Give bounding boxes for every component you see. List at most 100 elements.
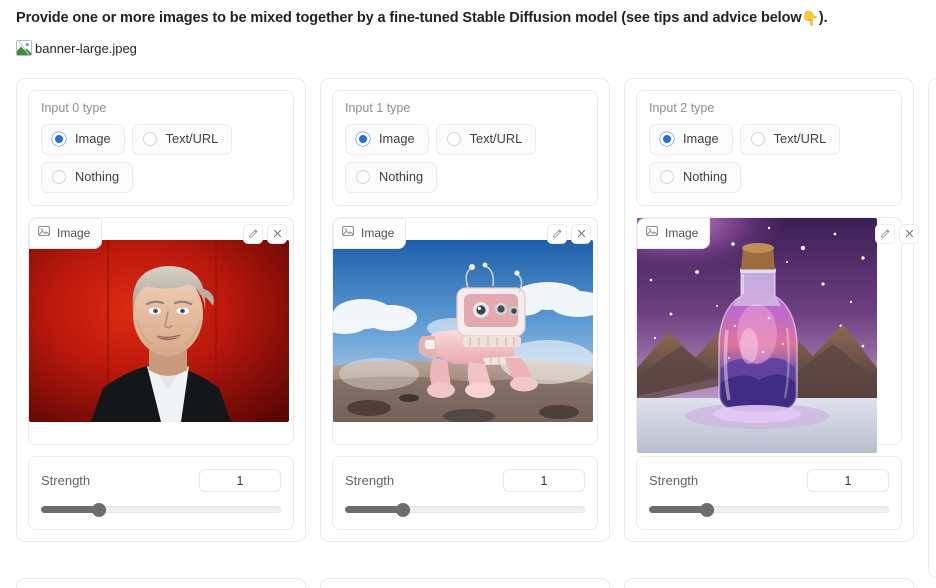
edit-image-button-0[interactable] <box>243 223 263 244</box>
strength-control-1: Strength 1 <box>332 455 598 530</box>
strength-control-2: Strength 1 <box>636 455 902 530</box>
banner-image: banner-large.jpeg <box>16 40 137 56</box>
strength-slider-0[interactable] <box>41 502 281 517</box>
radio-dot-texturl-0[interactable] <box>142 132 157 146</box>
input-card-3-partial <box>928 78 936 578</box>
strength-input-1[interactable]: 1 <box>503 468 585 492</box>
slider-knob-2[interactable] <box>699 502 714 517</box>
remove-image-button-0[interactable] <box>267 223 287 244</box>
radio-dot-image-2[interactable] <box>660 132 674 146</box>
galaxy-bottle-artwork-2 <box>637 217 877 453</box>
input-cards-grid: Input 0 type Image Text/URL Nothing Imag… <box>16 78 936 578</box>
radio-dot-texturl-2[interactable] <box>750 132 765 146</box>
radio-option-nothing-1[interactable]: Nothing <box>345 161 438 193</box>
next-card-2 <box>624 578 914 588</box>
input-card-2: Input 2 type Image Text/URL Nothing Imag… <box>624 78 919 542</box>
broken-image-icon <box>16 40 32 56</box>
image-type-chip-0: Image <box>29 217 103 249</box>
radio-option-image-0[interactable]: Image <box>41 123 125 155</box>
strength-header-0: Strength 1 <box>41 468 281 492</box>
image-icon-0 <box>38 224 50 242</box>
image-type-chip-1: Image <box>333 217 407 249</box>
slider-knob-1[interactable] <box>395 502 410 517</box>
image-chip-label-2: Image <box>665 226 699 240</box>
close-icon-2 <box>904 228 915 239</box>
radio-label-image-0: Image <box>75 130 111 146</box>
remove-image-button-2[interactable] <box>899 223 919 244</box>
remove-image-button-1[interactable] <box>571 223 591 244</box>
image-type-chip-2: Image <box>637 217 711 249</box>
image-preview-box-1: Image <box>332 216 598 445</box>
image-preview-box-2: Image <box>636 216 919 453</box>
radio-option-texturl-1[interactable]: Text/URL <box>435 123 537 155</box>
pencil-icon-2 <box>880 228 891 239</box>
radio-label-image-1: Image <box>379 130 415 146</box>
strength-label-1: Strength <box>345 472 395 488</box>
radio-option-image-1[interactable]: Image <box>345 123 429 155</box>
image-thumbnail-0[interactable] <box>29 239 289 422</box>
portrait-artwork-0 <box>29 239 289 422</box>
strength-header-2: Strength 1 <box>649 468 889 492</box>
input-type-label-1: Input 1 type <box>345 101 411 115</box>
radio-label-texturl-0: Text/URL <box>165 130 219 146</box>
strength-label-0: Strength <box>41 472 91 488</box>
image-chip-label-1: Image <box>361 226 395 240</box>
image-preview-box-0: Image <box>28 216 294 445</box>
radio-dot-image-0[interactable] <box>52 132 66 146</box>
banner-image-alt-text: banner-large.jpeg <box>35 40 137 56</box>
image-thumbnail-1[interactable] <box>333 239 593 422</box>
slider-knob-0[interactable] <box>91 502 106 517</box>
input-type-label-2: Input 2 type <box>649 101 715 115</box>
pencil-icon-0 <box>248 228 259 239</box>
strength-label-2: Strength <box>649 472 699 488</box>
strength-control-0: Strength 1 <box>28 455 294 530</box>
close-icon-0 <box>272 228 283 239</box>
radio-option-image-2[interactable]: Image <box>649 123 733 155</box>
input-card-0: Input 0 type Image Text/URL Nothing Imag… <box>16 78 306 542</box>
radio-option-texturl-0[interactable]: Text/URL <box>131 123 233 155</box>
slider-fill-0 <box>41 506 99 513</box>
input-type-group-2: Input 2 type Image Text/URL Nothing <box>636 90 902 206</box>
image-toolbar-0 <box>243 223 287 244</box>
strength-input-0[interactable]: 1 <box>199 468 281 492</box>
radio-dot-image-1[interactable] <box>356 132 370 146</box>
input-card-1: Input 1 type Image Text/URL Nothing Imag… <box>320 78 610 542</box>
input-type-radio-row-1: Image Text/URL Nothing <box>345 123 585 193</box>
radio-dot-nothing-0[interactable] <box>52 170 66 184</box>
intro-text-after: ). <box>818 10 828 26</box>
radio-dot-nothing-2[interactable] <box>660 170 674 184</box>
radio-label-texturl-2: Text/URL <box>773 130 827 146</box>
edit-image-button-1[interactable] <box>547 223 567 244</box>
radio-label-image-2: Image <box>683 130 719 146</box>
strength-slider-2[interactable] <box>649 502 889 517</box>
app-page: Provide one or more images to be mixed t… <box>0 0 936 588</box>
input-type-radio-row-0: Image Text/URL Nothing <box>41 123 281 193</box>
input-type-group-1: Input 1 type Image Text/URL Nothing <box>332 90 598 206</box>
intro-text-before: Provide one or more images to be mixed t… <box>16 10 802 26</box>
next-cards-row <box>16 578 914 588</box>
image-icon-2 <box>646 224 658 242</box>
close-icon-1 <box>576 228 587 239</box>
radio-option-nothing-0[interactable]: Nothing <box>41 161 134 193</box>
slider-fill-1 <box>345 506 403 513</box>
pointing-down-icon: 👇 <box>801 10 819 26</box>
edit-image-button-2[interactable] <box>875 223 895 244</box>
radio-dot-texturl-1[interactable] <box>446 132 461 146</box>
input-type-radio-row-2: Image Text/URL Nothing <box>649 123 889 193</box>
radio-label-nothing-0: Nothing <box>75 168 120 184</box>
strength-input-2[interactable]: 1 <box>807 468 889 492</box>
image-icon-1 <box>342 224 354 242</box>
radio-label-nothing-2: Nothing <box>683 168 728 184</box>
next-card-1 <box>320 578 610 588</box>
input-type-label-0: Input 0 type <box>41 101 107 115</box>
radio-option-nothing-2[interactable]: Nothing <box>649 161 742 193</box>
radio-dot-nothing-1[interactable] <box>356 170 370 184</box>
image-thumbnail-2[interactable] <box>637 217 877 453</box>
radio-label-nothing-1: Nothing <box>379 168 424 184</box>
robot-artwork-1 <box>333 239 593 422</box>
strength-slider-1[interactable] <box>345 502 585 517</box>
input-type-group-0: Input 0 type Image Text/URL Nothing <box>28 90 294 206</box>
radio-option-texturl-2[interactable]: Text/URL <box>739 123 841 155</box>
page-intro-text: Provide one or more images to be mixed t… <box>16 10 828 27</box>
pencil-icon-1 <box>552 228 563 239</box>
